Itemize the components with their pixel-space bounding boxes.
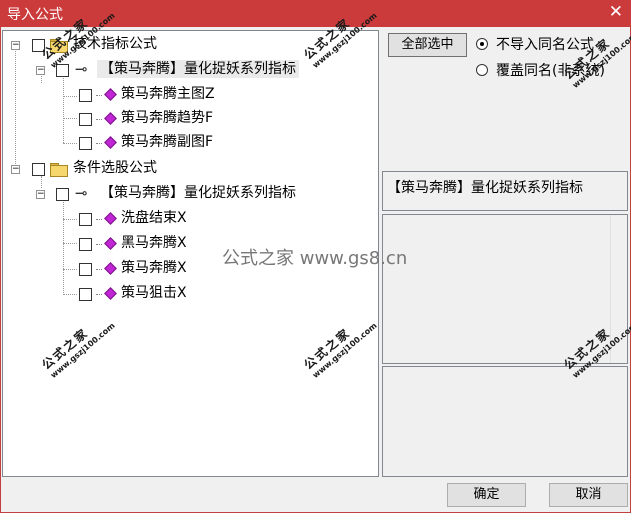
scrollbar[interactable] xyxy=(610,215,627,363)
group-checkbox[interactable] xyxy=(32,163,45,176)
collapse-icon[interactable]: − xyxy=(36,190,45,199)
formula-note-box[interactable] xyxy=(382,366,628,477)
cancel-button[interactable]: 取消 xyxy=(549,483,628,507)
collapse-icon[interactable]: − xyxy=(11,41,20,50)
radio-label: 覆盖同名(非系统) xyxy=(496,63,605,79)
formula-diamond-icon xyxy=(104,287,117,300)
folder-icon xyxy=(50,39,68,53)
ok-button[interactable]: 确定 xyxy=(447,483,526,507)
item-label: 策马狙击X xyxy=(121,285,187,301)
tree-item[interactable]: 策马奔腾主图Z xyxy=(3,84,215,106)
tree-folder-screening[interactable]: − ⊸ 【策马奔腾】量化捉妖系列指标 xyxy=(3,183,333,205)
radio-button[interactable] xyxy=(476,38,488,50)
tree-item[interactable]: 策马奔腾副图F xyxy=(3,132,213,154)
formula-name: 【策马奔腾】量化捉妖系列指标 xyxy=(387,180,583,196)
leaf-connector xyxy=(96,244,102,245)
leaf-connector xyxy=(96,119,102,120)
item-label: 策马奔腾主图Z xyxy=(121,86,215,102)
item-checkbox[interactable] xyxy=(79,113,92,126)
item-label: 策马奔腾趋势F xyxy=(121,110,214,126)
radio-label: 不导入同名公式 xyxy=(496,37,594,53)
item-label: 黑马奔腾X xyxy=(121,235,187,251)
folder-checkbox[interactable] xyxy=(56,64,69,77)
item-label: 策马奔腾副图F xyxy=(121,134,214,150)
collapse-icon[interactable]: − xyxy=(11,165,20,174)
formula-name-box: 【策马奔腾】量化捉妖系列指标 xyxy=(382,171,628,211)
item-checkbox[interactable] xyxy=(79,89,92,102)
group-checkbox[interactable] xyxy=(32,39,45,52)
folder-label: 【策马奔腾】量化捉妖系列指标 xyxy=(100,185,296,201)
group-label: 条件选股公式 xyxy=(73,160,157,176)
radio-overwrite-duplicates[interactable]: 覆盖同名(非系统) xyxy=(476,62,628,80)
folder-icon xyxy=(50,163,68,177)
close-icon[interactable]: ✕ xyxy=(609,2,623,22)
item-checkbox[interactable] xyxy=(79,263,92,276)
tree-folder-technical[interactable]: − ⊸ 【策马奔腾】量化捉妖系列指标 xyxy=(3,59,333,81)
formula-diamond-icon xyxy=(104,112,117,125)
tree-group-screening[interactable]: − 条件选股公式 xyxy=(3,158,203,180)
tree-item[interactable]: 洗盘结束X xyxy=(3,208,203,230)
tree-item[interactable]: 策马奔腾X xyxy=(3,258,203,280)
formula-diamond-icon xyxy=(104,212,117,225)
item-checkbox[interactable] xyxy=(79,213,92,226)
tree-item[interactable]: 策马狙击X xyxy=(3,283,203,305)
formula-description-box[interactable] xyxy=(382,214,628,364)
tree-group-technical[interactable]: − 技术指标公式 xyxy=(3,34,203,56)
key-icon: ⊸ xyxy=(75,184,88,202)
leaf-connector xyxy=(96,219,102,220)
formula-diamond-icon xyxy=(104,262,117,275)
leaf-connector xyxy=(96,294,102,295)
collapse-icon[interactable]: − xyxy=(36,66,45,75)
formula-diamond-icon xyxy=(104,237,117,250)
item-label: 策马奔腾X xyxy=(121,260,187,276)
item-checkbox[interactable] xyxy=(79,238,92,251)
item-checkbox[interactable] xyxy=(79,288,92,301)
tree-item[interactable]: 黑马奔腾X xyxy=(3,233,203,255)
item-checkbox[interactable] xyxy=(79,137,92,150)
window-title: 导入公式 xyxy=(7,7,63,23)
group-label: 技术指标公式 xyxy=(73,36,157,52)
item-label: 洗盘结束X xyxy=(121,210,187,226)
radio-skip-duplicates[interactable]: 不导入同名公式 xyxy=(476,36,628,54)
leaf-connector xyxy=(96,143,102,144)
title-bar: 导入公式 ✕ xyxy=(0,0,631,27)
formula-diamond-icon xyxy=(104,136,117,149)
folder-label: 【策马奔腾】量化捉妖系列指标 xyxy=(97,60,299,78)
tree-item[interactable]: 策马奔腾趋势F xyxy=(3,108,213,130)
formula-diamond-icon xyxy=(104,88,117,101)
radio-button[interactable] xyxy=(476,64,488,76)
center-watermark: 公式之家 www.gs8.cn xyxy=(222,248,408,269)
leaf-connector xyxy=(96,95,102,96)
leaf-connector xyxy=(96,269,102,270)
select-all-button[interactable]: 全部选中 xyxy=(388,33,467,57)
key-icon: ⊸ xyxy=(75,60,88,78)
folder-checkbox[interactable] xyxy=(56,188,69,201)
